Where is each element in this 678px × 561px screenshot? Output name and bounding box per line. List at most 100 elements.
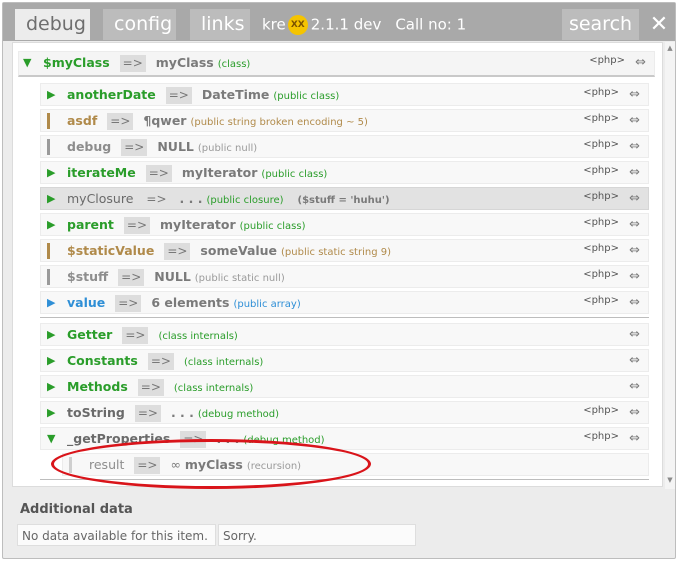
- property-row-stuff[interactable]: $stuff => NULL (public static null) <php> …: [40, 265, 649, 288]
- type-hint: (public class): [273, 91, 340, 102]
- expand-toggle-icon[interactable]: ▶: [47, 218, 55, 232]
- arrow-icon: =>: [146, 192, 167, 206]
- property-row-myclosure[interactable]: ▶ myClosure => . . . (public closure) ($stu…: [40, 187, 649, 210]
- leaf-marker: [47, 139, 50, 155]
- property-row-value[interactable]: ▶ value => 6 elements (public array) <php>…: [40, 291, 649, 314]
- access-path-icon[interactable]: ⇔: [629, 136, 640, 157]
- type-hint: (public closure): [206, 195, 284, 206]
- type-hint: (class internals): [158, 331, 238, 342]
- arrow-icon: =>: [147, 353, 174, 370]
- search-button[interactable]: search: [562, 9, 639, 40]
- arrow-icon: =>: [118, 269, 145, 286]
- leaf-marker: [47, 269, 50, 285]
- php-code-button[interactable]: <php>: [583, 214, 619, 235]
- php-code-button[interactable]: <php>: [589, 52, 625, 73]
- kint-debug-window: debug config links kre XX 2.1.1 dev Call no…: [2, 2, 676, 559]
- access-path-icon[interactable]: ⇔: [629, 402, 640, 423]
- expand-toggle-icon[interactable]: ▼: [23, 56, 31, 70]
- arrow-icon: =>: [164, 243, 191, 260]
- arrow-icon: =>: [145, 165, 172, 182]
- property-line: value => 6 elements (public array): [67, 292, 301, 313]
- access-path-icon[interactable]: ⇔: [629, 266, 640, 287]
- access-path-icon[interactable]: ⇔: [629, 214, 640, 235]
- arrow-icon: =>: [119, 55, 146, 72]
- property-row-anotherdate[interactable]: ▶ anotherDate => DateTime (public class) <…: [40, 83, 649, 106]
- close-icon[interactable]: ✕: [646, 9, 672, 40]
- php-code-button[interactable]: <php>: [583, 110, 619, 131]
- property-line: iterateMe => myIterator (public class): [67, 162, 327, 183]
- arrow-icon: =>: [134, 405, 161, 422]
- php-code-button[interactable]: <php>: [583, 240, 619, 261]
- property-row-asdf[interactable]: asdf => ¶qwer (public string broken encodi…: [40, 109, 649, 132]
- internal-line: toString => . . . (debug method): [67, 402, 279, 423]
- php-code-button[interactable]: <php>: [583, 84, 619, 105]
- arrow-icon: =>: [122, 327, 149, 344]
- property-row-parent[interactable]: ▶ parent => myIterator (public class) <php…: [40, 213, 649, 236]
- expand-toggle-icon[interactable]: ▶: [47, 88, 55, 102]
- type-hint: (class internals): [183, 357, 264, 368]
- property-row-iterateme[interactable]: ▶ iterateMe => myIterator (public class) <…: [40, 161, 649, 184]
- collapse-toggle-icon[interactable]: ▼: [47, 432, 55, 446]
- tab-debug[interactable]: debug: [15, 9, 90, 40]
- var-value: myClass: [155, 55, 214, 70]
- expand-toggle-icon[interactable]: ▶: [47, 328, 55, 342]
- scroll-down-icon[interactable]: ▼: [666, 476, 674, 484]
- php-code-button[interactable]: <php>: [583, 402, 619, 423]
- divider: [40, 317, 649, 318]
- expand-toggle-icon[interactable]: ▶: [47, 406, 55, 420]
- expand-toggle-icon[interactable]: ▶: [47, 354, 55, 368]
- class-row-myclass[interactable]: ▼ $myClass => myClass (class) <php> ⇔: [18, 51, 655, 77]
- php-code-button[interactable]: <php>: [583, 266, 619, 287]
- annotation-ellipse: [51, 439, 371, 489]
- additional-data-message: No data available for this item.: [17, 524, 216, 546]
- var-name: toString: [67, 405, 125, 420]
- php-code-button[interactable]: <php>: [583, 162, 619, 183]
- version-number: 2.1.1 dev: [310, 15, 382, 34]
- access-path-icon[interactable]: ⇔: [629, 84, 640, 105]
- access-path-icon[interactable]: ⇔: [629, 110, 640, 131]
- expand-toggle-icon[interactable]: ▶: [47, 380, 55, 394]
- property-row-staticvalue[interactable]: $staticValue => someValue (public static s…: [40, 239, 649, 262]
- leaf-marker: [47, 113, 50, 129]
- expand-toggle-icon[interactable]: ▶: [47, 192, 55, 206]
- header-bar: debug config links kre XX 2.1.1 dev Call no…: [3, 3, 675, 41]
- type-hint: (public static string 9): [281, 247, 391, 258]
- php-code-button[interactable]: <php>: [583, 292, 619, 313]
- php-code-button[interactable]: <php>: [583, 188, 619, 209]
- var-value: DateTime: [201, 87, 270, 102]
- php-code-button[interactable]: <php>: [583, 428, 619, 449]
- access-path-icon[interactable]: ⇔: [629, 292, 640, 313]
- expand-toggle-icon[interactable]: ▶: [47, 296, 55, 310]
- internal-line: Getter => (class internals): [67, 324, 238, 345]
- var-name: Constants: [67, 353, 138, 368]
- internal-row-methods[interactable]: ▶ Methods => (class internals) ⇔: [40, 375, 649, 398]
- type-hint: (class): [217, 59, 251, 70]
- leaf-marker: [47, 243, 50, 259]
- access-path-icon[interactable]: ⇔: [629, 240, 640, 261]
- expand-toggle-icon[interactable]: ▶: [47, 166, 55, 180]
- scrollbar[interactable]: ▲ ▼: [665, 42, 675, 489]
- property-line: asdf => ¶qwer (public string broken encodi…: [67, 110, 368, 131]
- kint-logo-icon: XX: [287, 14, 308, 35]
- var-value: ¶qwer: [143, 113, 187, 128]
- var-name: $staticValue: [67, 243, 155, 258]
- scroll-up-icon[interactable]: ▲: [666, 44, 674, 52]
- php-code-button[interactable]: <php>: [583, 136, 619, 157]
- internal-row-constants[interactable]: ▶ Constants => (class internals) ⇔: [40, 349, 649, 372]
- internal-row-tostring[interactable]: ▶ toString => . . . (debug method) <php> ⇔: [40, 401, 649, 424]
- access-path-icon[interactable]: ⇔: [629, 428, 640, 449]
- property-row-debug[interactable]: debug => NULL (public null) <php> ⇔: [40, 135, 649, 158]
- tab-links[interactable]: links: [190, 9, 250, 40]
- access-path-icon[interactable]: ⇔: [629, 376, 640, 397]
- var-value: myIterator: [181, 165, 258, 180]
- access-path-icon[interactable]: ⇔: [635, 52, 646, 73]
- access-path-icon[interactable]: ⇔: [629, 324, 640, 345]
- var-name: asdf: [67, 113, 98, 128]
- access-path-icon[interactable]: ⇔: [629, 162, 640, 183]
- var-name: $myClass: [43, 55, 110, 70]
- access-path-icon[interactable]: ⇔: [629, 350, 640, 371]
- tab-config[interactable]: config: [103, 9, 176, 40]
- arrow-icon: =>: [137, 379, 164, 396]
- internal-row-getter[interactable]: ▶ Getter => (class internals) ⇔: [40, 323, 649, 346]
- access-path-icon[interactable]: ⇔: [629, 188, 640, 209]
